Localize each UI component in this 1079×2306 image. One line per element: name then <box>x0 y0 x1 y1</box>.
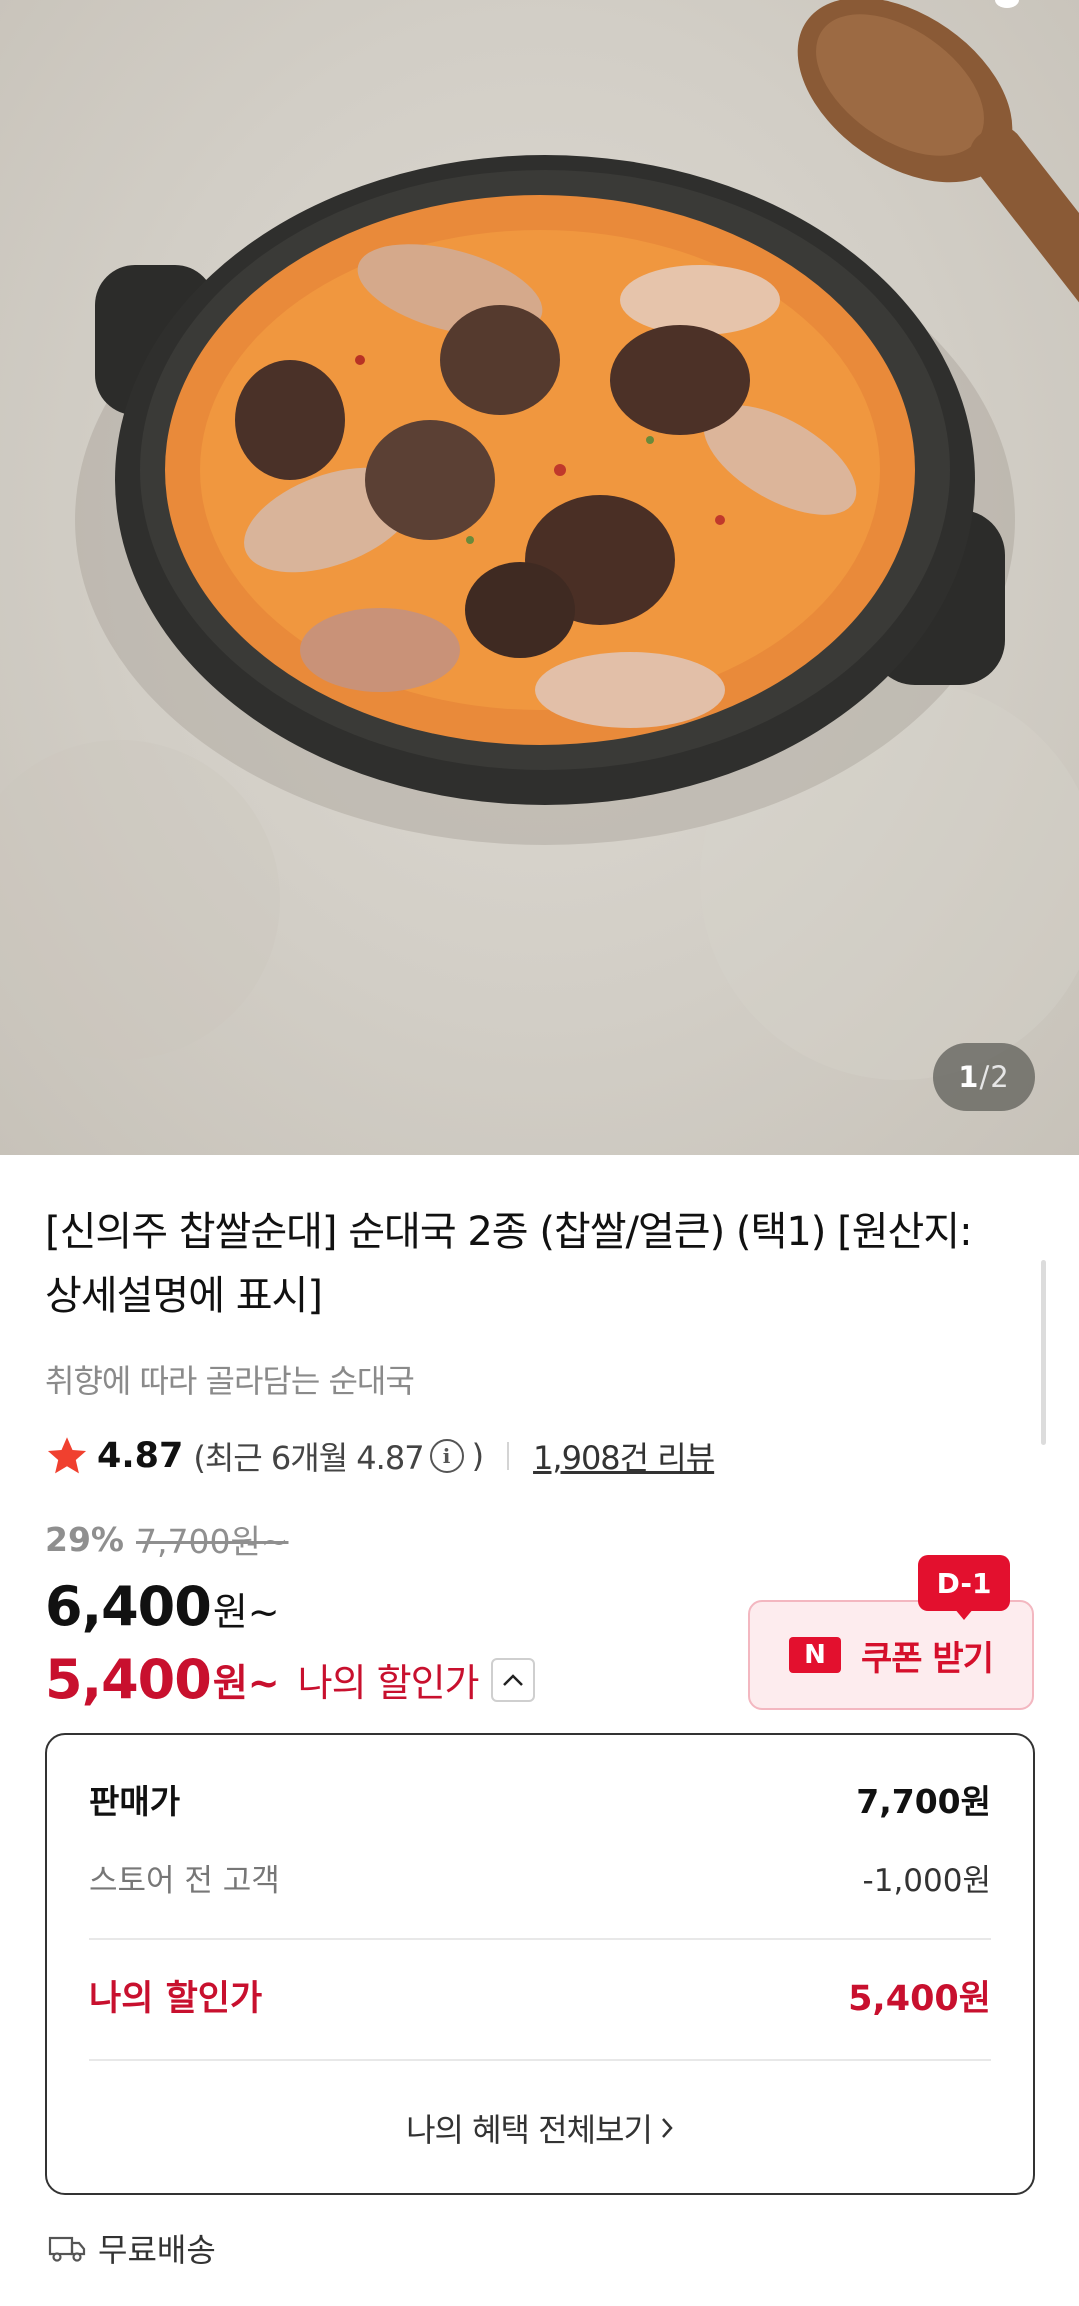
product-subtitle: 취향에 따라 골라담는 순대국 <box>45 1362 415 1400</box>
breakdown-row-my-price: 나의 할인가 5,400원 <box>89 1970 991 2021</box>
divider <box>89 1938 991 1940</box>
view-all-benefits-label: 나의 혜택 전체보기 <box>406 2111 653 2149</box>
my-discount-row: 5,400 원~ 나의 할인가 <box>45 1648 535 1711</box>
scrollbar[interactable] <box>1041 1260 1046 1445</box>
chevron-right-icon <box>662 2118 673 2138</box>
star-icon <box>47 1437 87 1474</box>
recent-rating: (최근 6개월 4.87 <box>193 1439 424 1477</box>
breakdown-value: 5,400원 <box>848 1979 991 2019</box>
original-price: 7,700원~ <box>136 1522 289 1561</box>
breakdown-row-sale-price: 판매가 7,700원 <box>89 1775 991 1823</box>
breakdown-row-store-discount: 스토어 전 고객 -1,000원 <box>89 1855 991 1900</box>
shipping-row: 무료배송 <box>48 2225 216 2271</box>
breakdown-value: 7,700원 <box>856 1782 991 1821</box>
chevron-up-icon <box>502 1673 523 1686</box>
naver-n-icon: N <box>789 1637 842 1673</box>
view-all-benefits-link[interactable]: 나의 혜택 전체보기 <box>47 2105 1033 2151</box>
sale-price-row: 6,400 원~ <box>45 1575 280 1638</box>
product-photo <box>0 0 1079 1080</box>
breakdown-toggle-button[interactable] <box>490 1657 535 1702</box>
coupon-label: 쿠폰 받기 <box>861 1638 994 1679</box>
total-pages: 2 <box>990 1060 1010 1094</box>
dday-badge: D-1 <box>918 1555 1010 1611</box>
product-image-carousel[interactable]: 1 / 2 <box>0 0 1079 1155</box>
shipping-label: 무료배송 <box>98 2231 216 2269</box>
breakdown-label: 나의 할인가 <box>89 1979 263 2019</box>
divider <box>89 2059 991 2061</box>
my-discount-unit: 원~ <box>212 1661 280 1705</box>
image-page-indicator: 1 / 2 <box>933 1043 1035 1111</box>
breakdown-value: -1,000원 <box>862 1863 991 1899</box>
discount-row: 29% 7,700원~ <box>45 1515 288 1563</box>
rating-row: 4.87 (최근 6개월 4.87 i ) 1,908건 리뷰 <box>45 1430 715 1482</box>
review-count-link[interactable]: 1,908건 리뷰 <box>533 1433 715 1479</box>
recent-rating-close: ) <box>471 1437 485 1475</box>
price-breakdown-box: 판매가 7,700원 스토어 전 고객 -1,000원 나의 할인가 5,400… <box>45 1733 1035 2195</box>
rating-score: 4.87 <box>97 1436 184 1476</box>
breakdown-label: 스토어 전 고객 <box>89 1863 280 1899</box>
current-page: 1 <box>958 1060 980 1094</box>
info-icon[interactable]: i <box>429 1439 464 1473</box>
product-title: [신의주 찹쌀순대] 순대국 2종 (찹쌀/얼큰) (택1) [원산지: 상세설… <box>45 1209 973 1319</box>
my-discount-price: 5,400 <box>45 1648 212 1711</box>
page-separator: / <box>979 1060 991 1094</box>
dday-badge-tail <box>954 1608 974 1620</box>
divider <box>507 1442 510 1470</box>
sale-price-unit: 원~ <box>212 1590 280 1634</box>
coupon-button[interactable]: N 쿠폰 받기 <box>748 1600 1034 1710</box>
sale-price: 6,400 <box>45 1575 212 1638</box>
my-discount-label: 나의 할인가 <box>297 1661 480 1705</box>
breakdown-label: 판매가 <box>89 1782 181 1821</box>
discount-rate: 29% <box>45 1519 124 1559</box>
truck-icon <box>48 2236 86 2262</box>
